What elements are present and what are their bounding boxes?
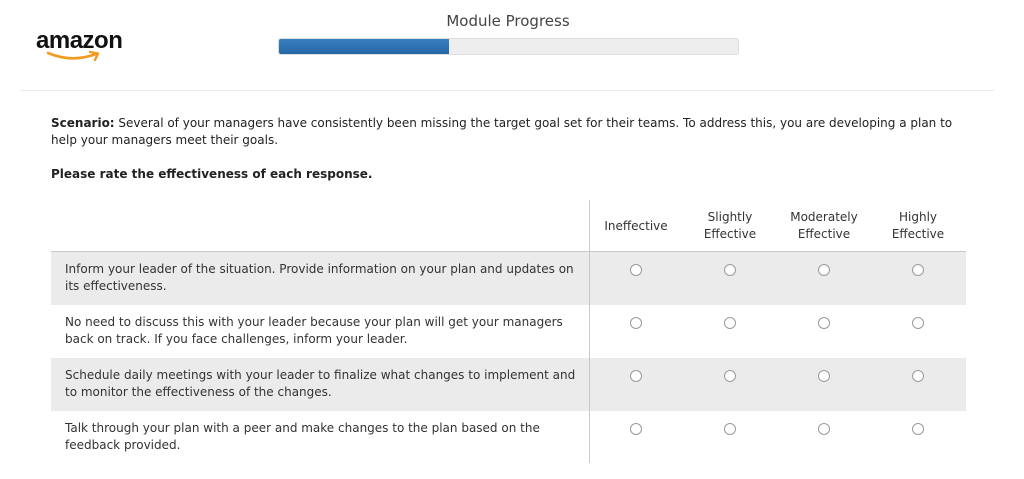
radio-moderately-effective[interactable] [818, 264, 830, 276]
table-column-divider [589, 200, 590, 463]
radio-slightly-effective[interactable] [724, 370, 736, 382]
response-row: Inform your leader of the situation. Pro… [51, 252, 966, 305]
radio-slightly-effective[interactable] [724, 423, 736, 435]
radio-slightly-effective[interactable] [724, 317, 736, 329]
radio-highly-effective[interactable] [912, 317, 924, 329]
radio-highly-effective[interactable] [912, 264, 924, 276]
radio-ineffective[interactable] [630, 423, 642, 435]
amazon-logo: amazon [36, 28, 136, 68]
response-text: Inform your leader of the situation. Pro… [65, 262, 574, 293]
column-slightly-effective: Slightly Effective [703, 210, 757, 241]
radio-moderately-effective[interactable] [818, 423, 830, 435]
radio-ineffective[interactable] [630, 264, 642, 276]
response-text: No need to discuss this with your leader… [65, 315, 563, 346]
radio-ineffective[interactable] [630, 370, 642, 382]
scenario-body: Several of your managers have consistent… [51, 116, 953, 147]
scenario-label: Scenario: [51, 116, 115, 130]
rating-table: Ineffective Slightly Effective Moderatel… [51, 200, 966, 464]
response-row: Schedule daily meetings with your leader… [51, 358, 966, 411]
radio-slightly-effective[interactable] [724, 264, 736, 276]
radio-highly-effective[interactable] [912, 370, 924, 382]
progress-title: Module Progress [446, 12, 570, 30]
progress-fill [279, 39, 449, 54]
module-progress-bar [278, 38, 739, 55]
response-row: Talk through your plan with a peer and m… [51, 411, 966, 464]
response-text: Schedule daily meetings with your leader… [65, 368, 576, 399]
column-ineffective: Ineffective [604, 218, 668, 233]
scenario-text: Scenario: Several of your managers have … [51, 115, 971, 149]
column-highly-effective: Highly Effective [891, 210, 945, 241]
radio-ineffective[interactable] [630, 317, 642, 329]
header-divider [20, 90, 994, 91]
response-text: Talk through your plan with a peer and m… [65, 421, 540, 452]
radio-moderately-effective[interactable] [818, 370, 830, 382]
radio-highly-effective[interactable] [912, 423, 924, 435]
smile-arrow-icon [46, 50, 100, 62]
response-row: No need to discuss this with your leader… [51, 305, 966, 358]
radio-moderately-effective[interactable] [818, 317, 830, 329]
header: amazon Module Progress [0, 0, 1024, 90]
column-moderately-effective: Moderately Effective [790, 210, 858, 241]
table-header: Ineffective Slightly Effective Moderatel… [51, 200, 966, 252]
rating-instruction: Please rate the effectiveness of each re… [51, 167, 373, 181]
